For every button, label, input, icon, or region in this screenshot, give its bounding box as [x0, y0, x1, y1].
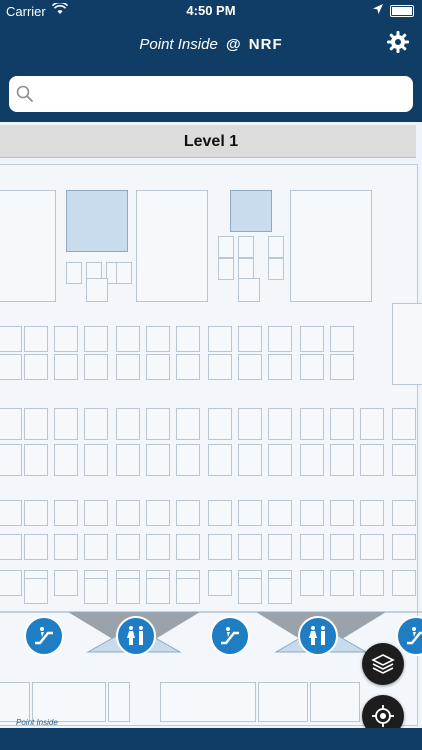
brand-event: NRF — [248, 36, 283, 53]
brand-logo: Point Inside @ NRF — [0, 36, 422, 53]
map-watermark: Point Inside — [16, 718, 58, 727]
gear-icon[interactable] — [386, 30, 410, 54]
floor-map[interactable] — [0, 158, 422, 728]
restroom-icon[interactable] — [116, 616, 156, 656]
bottom-strip — [0, 728, 422, 750]
search-input[interactable] — [43, 82, 407, 108]
layers-icon — [371, 654, 395, 674]
battery-icon — [390, 5, 414, 17]
nav-bar: Point Inside @ NRF — [0, 22, 422, 122]
location-arrow-icon — [372, 3, 384, 18]
clock: 4:50 PM — [186, 3, 236, 18]
status-bar: Carrier 4:50 PM — [0, 0, 422, 22]
restroom-icon[interactable] — [298, 616, 338, 656]
locate-icon — [372, 705, 394, 727]
escalator-icon[interactable] — [24, 616, 64, 656]
search-icon — [16, 85, 34, 108]
layers-button[interactable] — [362, 643, 404, 685]
brand-inside: Inside — [177, 36, 218, 53]
brand-point: Point — [139, 36, 174, 53]
search-bar[interactable] — [9, 76, 413, 112]
escalator-icon[interactable] — [210, 616, 250, 656]
brand-at: @ — [225, 36, 241, 53]
level-label: Level 1 — [183, 133, 239, 150]
level-selector[interactable]: Level 1 — [0, 125, 416, 158]
